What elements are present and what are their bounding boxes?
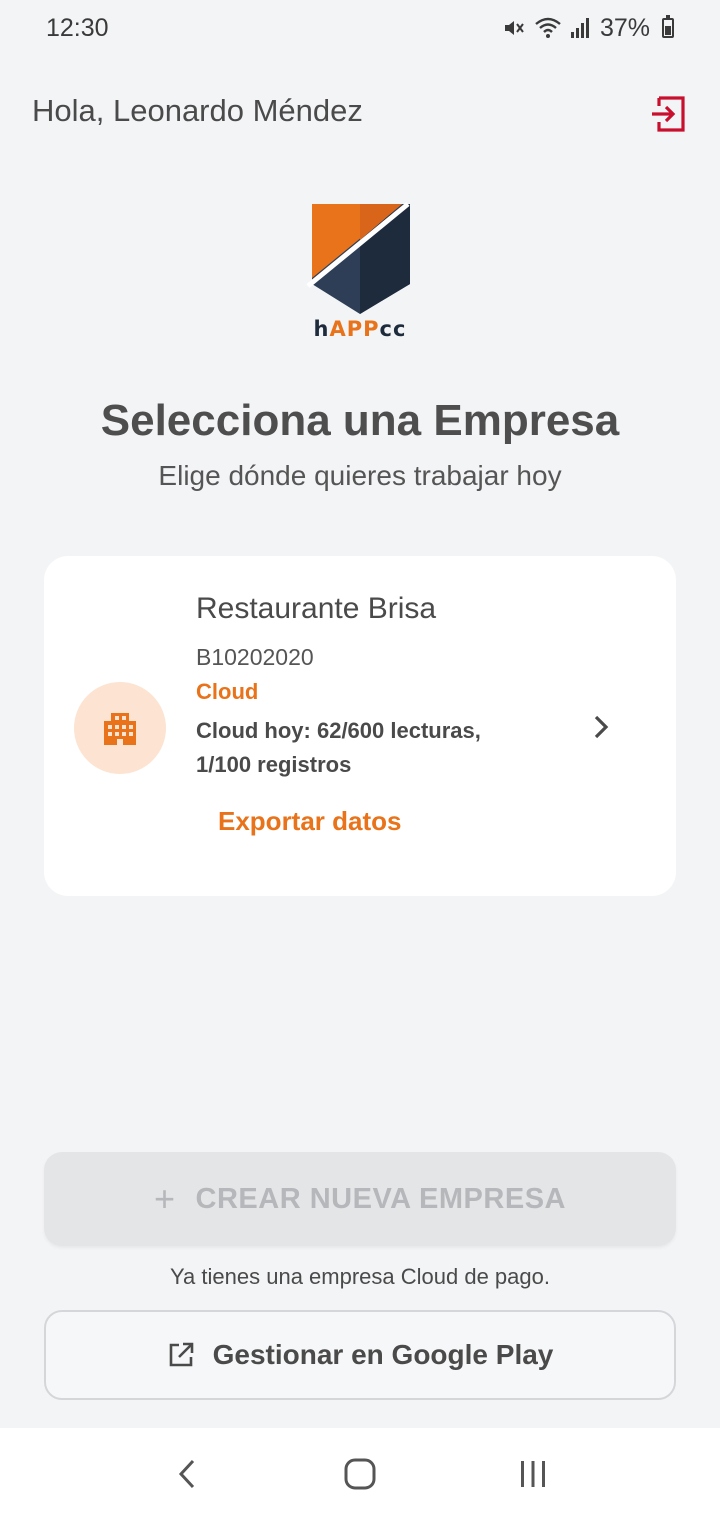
company-usage-line1: Cloud hoy: 62/600 lecturas, bbox=[196, 718, 481, 743]
app-logo-text: hAPPcc bbox=[308, 318, 412, 340]
back-button[interactable] bbox=[157, 1444, 217, 1504]
company-avatar bbox=[74, 682, 166, 774]
logout-icon bbox=[652, 96, 685, 132]
greeting-text: Hola, Leonardo Méndez bbox=[32, 93, 363, 128]
company-name: Restaurante Brisa bbox=[196, 592, 437, 625]
status-icons bbox=[502, 16, 590, 40]
signal-icon bbox=[570, 18, 589, 38]
logout-button[interactable] bbox=[646, 92, 690, 136]
wifi-icon bbox=[535, 17, 561, 38]
create-company-label: CREAR NUEVA EMPRESA bbox=[195, 1182, 566, 1215]
manage-google-play-button[interactable]: Gestionar en Google Play bbox=[44, 1310, 676, 1400]
home-button[interactable] bbox=[330, 1444, 390, 1504]
company-plan-badge: Cloud bbox=[196, 679, 259, 704]
export-data-button[interactable]: Exportar datos bbox=[218, 806, 402, 837]
plus-icon: + bbox=[154, 1178, 176, 1219]
company-card[interactable]: Restaurante Brisa B10202020 Cloud Cloud … bbox=[44, 556, 676, 896]
page-title: Selecciona una Empresa bbox=[100, 396, 620, 445]
logo-text-h: h bbox=[313, 317, 330, 341]
company-usage-line2: 1/100 registros bbox=[196, 752, 352, 777]
status-bar: 12:30 37% bbox=[0, 0, 720, 56]
system-nav-bar bbox=[0, 1428, 720, 1520]
page-subtitle: Elige dónde quieres trabajar hoy bbox=[158, 460, 562, 491]
shield-logo-icon bbox=[306, 202, 410, 314]
logo-text-cc: cc bbox=[379, 317, 407, 341]
cloud-info-note: Ya tienes una empresa Cloud de pago. bbox=[170, 1264, 550, 1289]
status-right: 37% bbox=[502, 14, 674, 43]
logo-text-app: APP bbox=[329, 317, 380, 341]
external-link-icon bbox=[169, 1342, 193, 1367]
company-id: B10202020 bbox=[196, 644, 314, 670]
create-company-button[interactable]: + CREAR NUEVA EMPRESA bbox=[44, 1152, 676, 1246]
recents-icon bbox=[521, 1461, 546, 1487]
building-icon bbox=[104, 713, 136, 745]
battery-percent: 37% bbox=[599, 13, 650, 42]
back-icon bbox=[178, 1459, 194, 1489]
home-icon bbox=[344, 1458, 376, 1490]
mute-icon bbox=[504, 21, 524, 35]
battery-icon bbox=[662, 15, 674, 38]
chevron-right-icon bbox=[586, 712, 616, 742]
company-usage: Cloud hoy: 62/600 lecturas, 1/100 regist… bbox=[196, 714, 526, 782]
status-time: 12:30 bbox=[46, 13, 109, 42]
recents-button[interactable] bbox=[503, 1444, 563, 1504]
manage-google-play-label: Gestionar en Google Play bbox=[212, 1339, 554, 1370]
